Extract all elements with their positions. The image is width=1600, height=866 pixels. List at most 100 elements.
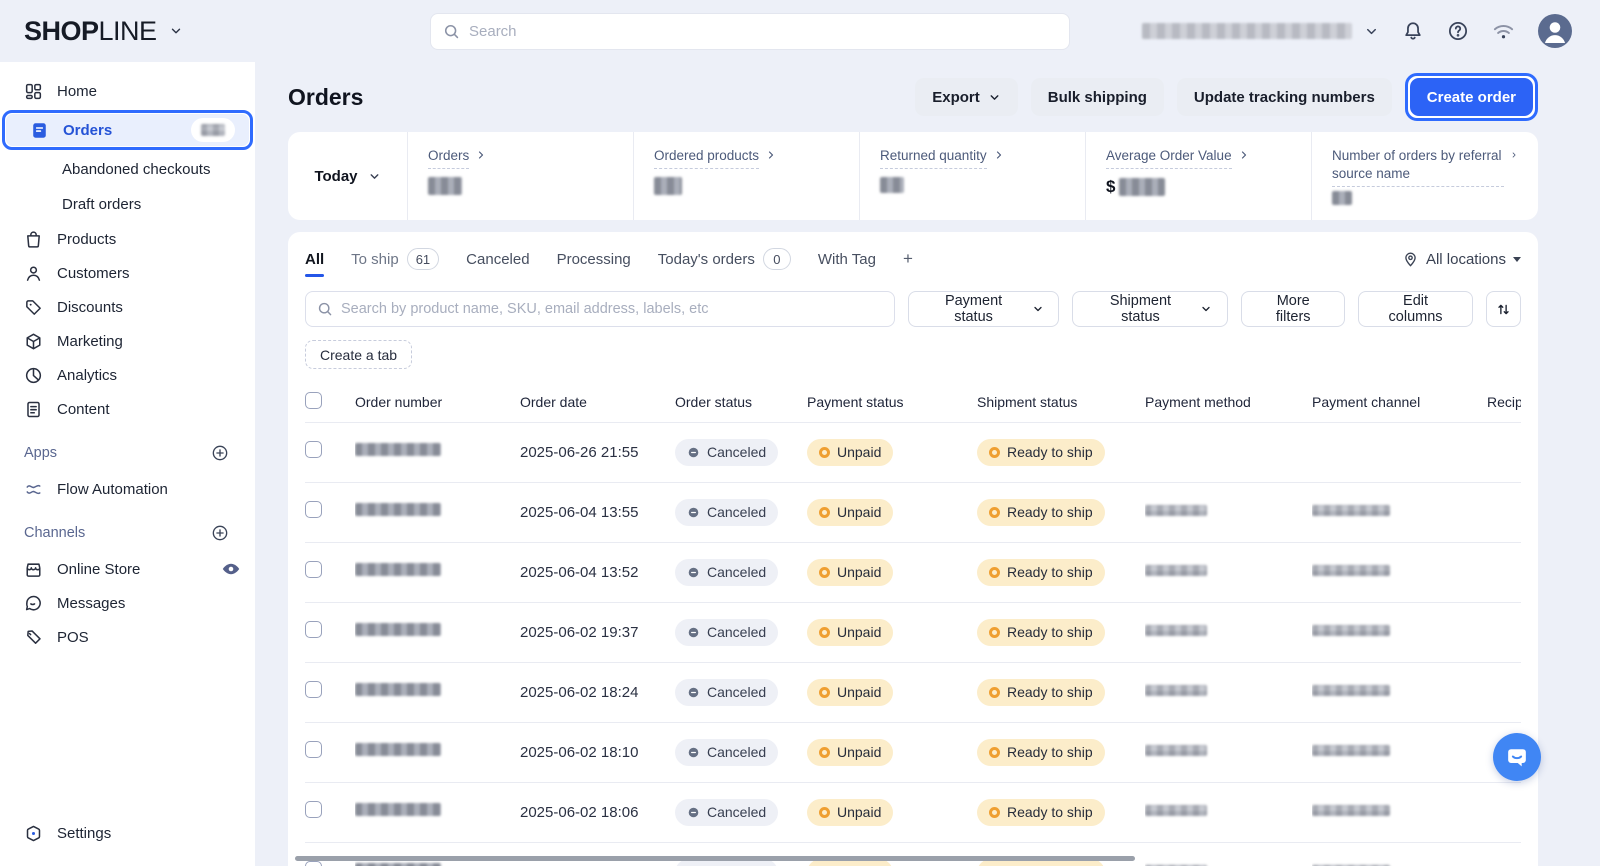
tab-to-ship[interactable]: To ship 61 bbox=[351, 248, 439, 270]
row-checkbox[interactable] bbox=[305, 561, 322, 578]
sidebar-item-abandoned-checkouts[interactable]: Abandoned checkouts bbox=[0, 152, 255, 187]
payment-status-filter[interactable]: Payment status bbox=[908, 291, 1060, 327]
sidebar-item-marketing[interactable]: Marketing bbox=[0, 324, 255, 358]
global-search[interactable] bbox=[430, 13, 1070, 50]
table-row[interactable]: 2025-06-02 18:06 Canceled Unpaid Ready t… bbox=[305, 782, 1521, 842]
sidebar-item-home[interactable]: Home bbox=[0, 74, 255, 108]
support-chat-button[interactable] bbox=[1493, 733, 1541, 781]
row-checkbox[interactable] bbox=[305, 621, 322, 638]
orders-search-input[interactable] bbox=[341, 301, 883, 317]
add-app-icon[interactable] bbox=[211, 444, 229, 462]
global-search-input[interactable] bbox=[469, 23, 1057, 40]
help-icon[interactable] bbox=[1447, 20, 1469, 42]
notifications-bell-icon[interactable] bbox=[1402, 20, 1424, 42]
sidebar-item-customers[interactable]: Customers bbox=[0, 256, 255, 290]
wifi-status-icon[interactable] bbox=[1492, 20, 1515, 43]
date-range-value: Today bbox=[314, 168, 357, 185]
sidebar-item-products[interactable]: Products bbox=[0, 222, 255, 256]
avatar[interactable] bbox=[1538, 14, 1572, 48]
tab-processing[interactable]: Processing bbox=[557, 251, 631, 268]
bulk-shipping-button[interactable]: Bulk shipping bbox=[1031, 78, 1164, 116]
tab-label: To ship bbox=[351, 251, 399, 268]
stat-referral-link[interactable]: Number of orders by referral source name bbox=[1332, 147, 1518, 187]
shipment-status-filter[interactable]: Shipment status bbox=[1072, 291, 1228, 327]
more-filters-button[interactable]: More filters bbox=[1241, 291, 1345, 327]
date-range-select[interactable]: Today bbox=[288, 132, 408, 220]
edit-columns-button[interactable]: Edit columns bbox=[1358, 291, 1473, 327]
table-row[interactable]: 2025-06-04 13:52 Canceled Unpaid Ready t… bbox=[305, 542, 1521, 602]
tab-todays-orders[interactable]: Today's orders 0 bbox=[658, 248, 791, 270]
sidebar-item-discounts[interactable]: Discounts bbox=[0, 290, 255, 324]
chevron-down-icon bbox=[988, 91, 1001, 104]
sidebar-item-content[interactable]: Content bbox=[0, 392, 255, 426]
badge-label: Ready to ship bbox=[1007, 684, 1093, 700]
location-filter[interactable]: All locations bbox=[1402, 251, 1521, 268]
badge-label: Unpaid bbox=[837, 564, 881, 580]
stat-aov-link[interactable]: Average Order Value bbox=[1106, 147, 1291, 169]
stat-orders-link[interactable]: Orders bbox=[428, 147, 613, 169]
sidebar-item-orders[interactable]: Orders bbox=[6, 114, 249, 146]
sidebar: Home Orders Abandoned checkouts Draft or… bbox=[0, 62, 255, 866]
sidebar-item-messages[interactable]: Messages bbox=[0, 586, 255, 620]
badge-label: Canceled bbox=[707, 744, 766, 760]
payment-status-badge: Unpaid bbox=[807, 439, 893, 466]
canceled-icon bbox=[687, 626, 700, 639]
table-row[interactable]: 2025-06-04 13:55 Canceled Unpaid Ready t… bbox=[305, 482, 1521, 542]
export-button[interactable]: Export bbox=[915, 78, 1018, 116]
pos-icon bbox=[24, 628, 43, 647]
stat-value-redacted bbox=[1119, 178, 1165, 196]
add-channel-icon[interactable] bbox=[211, 524, 229, 542]
order-date: 2025-06-02 18:10 bbox=[520, 722, 675, 782]
table-row[interactable]: 2025-06-26 21:55 Canceled Unpaid Ready t… bbox=[305, 422, 1521, 482]
create-a-tab-button[interactable]: Create a tab bbox=[305, 340, 412, 369]
add-tab-button[interactable]: + bbox=[903, 249, 913, 269]
sidebar-item-settings[interactable]: Settings bbox=[0, 816, 255, 850]
row-checkbox[interactable] bbox=[305, 501, 322, 518]
row-checkbox[interactable] bbox=[305, 681, 322, 698]
preview-eye-icon[interactable] bbox=[221, 559, 241, 579]
sidebar-section-apps: Apps bbox=[0, 434, 255, 472]
section-label: Channels bbox=[24, 525, 85, 541]
stat-value-redacted bbox=[428, 177, 462, 195]
table-row[interactable]: 2025-06-02 18:24 Canceled Unpaid Ready t… bbox=[305, 662, 1521, 722]
table-row[interactable]: 2025-06-02 18:10 Canceled Unpaid Ready t… bbox=[305, 722, 1521, 782]
create-order-annotation-box: Create order bbox=[1405, 73, 1538, 121]
tab-with-tag[interactable]: With Tag bbox=[818, 251, 876, 268]
col-order-status: Order status bbox=[675, 382, 807, 422]
sidebar-item-flow-automation[interactable]: Flow Automation bbox=[0, 472, 255, 506]
update-tracking-button[interactable]: Update tracking numbers bbox=[1177, 78, 1392, 116]
bulk-shipping-label: Bulk shipping bbox=[1048, 89, 1147, 106]
sidebar-item-online-store[interactable]: Online Store bbox=[0, 552, 255, 586]
select-all-checkbox[interactable] bbox=[305, 392, 322, 409]
sidebar-item-draft-orders[interactable]: Draft orders bbox=[0, 187, 255, 222]
sidebar-item-label: Messages bbox=[57, 595, 125, 612]
orders-search[interactable] bbox=[305, 291, 895, 327]
row-checkbox[interactable] bbox=[305, 741, 322, 758]
sort-button[interactable] bbox=[1486, 291, 1521, 327]
row-checkbox[interactable] bbox=[305, 801, 322, 818]
col-order-date: Order date bbox=[520, 382, 675, 422]
chat-bubble-icon bbox=[1504, 744, 1530, 770]
order-number-redacted bbox=[355, 683, 441, 696]
flow-automation-icon bbox=[24, 480, 43, 499]
horizontal-scrollbar[interactable] bbox=[295, 856, 1135, 861]
sidebar-item-pos[interactable]: POS bbox=[0, 620, 255, 654]
stat-ordered-products-link[interactable]: Ordered products bbox=[654, 147, 839, 169]
table-row[interactable]: 2025-06-02 17:57 Canceled Unpaid Ready t… bbox=[305, 842, 1521, 866]
stat-returned-quantity-link[interactable]: Returned quantity bbox=[880, 147, 1065, 169]
logo-chevron-down-icon[interactable] bbox=[169, 24, 183, 38]
order-tabs: All To ship 61 Canceled Processing Today… bbox=[305, 232, 1521, 278]
sidebar-item-analytics[interactable]: Analytics bbox=[0, 358, 255, 392]
order-date: 2025-06-04 13:52 bbox=[520, 542, 675, 602]
row-checkbox[interactable] bbox=[305, 441, 322, 458]
create-order-button[interactable]: Create order bbox=[1410, 78, 1533, 116]
row-checkbox[interactable] bbox=[305, 861, 322, 866]
table-row[interactable]: 2025-06-02 19:37 Canceled Unpaid Ready t… bbox=[305, 602, 1521, 662]
payment-channel-redacted bbox=[1312, 685, 1390, 696]
tab-canceled[interactable]: Canceled bbox=[466, 251, 529, 268]
tab-all[interactable]: All bbox=[305, 251, 324, 268]
order-number-redacted bbox=[355, 503, 441, 516]
canceled-icon bbox=[687, 806, 700, 819]
account-menu[interactable] bbox=[1142, 23, 1379, 39]
shopline-logo[interactable]: SHOPLINE bbox=[24, 16, 157, 47]
